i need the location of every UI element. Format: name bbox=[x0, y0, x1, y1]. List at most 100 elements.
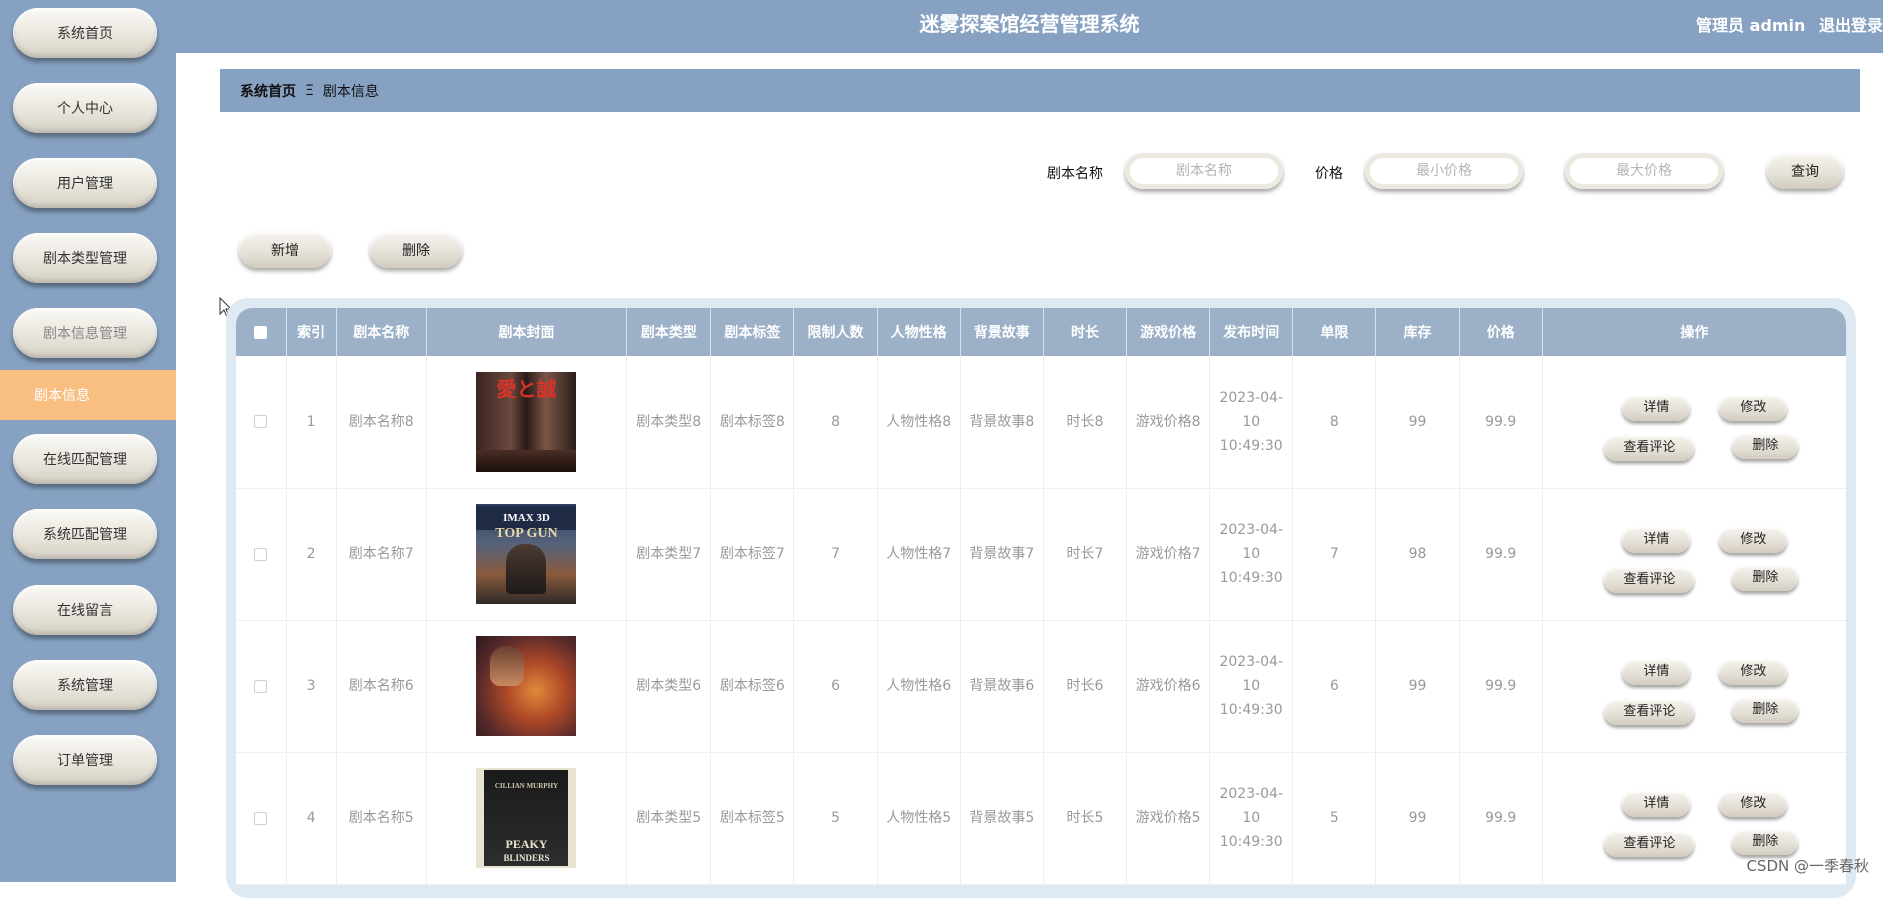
select-all-checkbox[interactable] bbox=[254, 325, 268, 339]
cell-story: 背景故事7 bbox=[960, 488, 1044, 621]
poster-title: TOP GUN bbox=[495, 526, 558, 541]
sidebar-item-user-management[interactable]: 用户管理 bbox=[13, 158, 157, 208]
sidebar-item-home[interactable]: 系统首页 bbox=[13, 8, 157, 58]
edit-button[interactable]: 修改 bbox=[1719, 659, 1788, 685]
cell-tag: 剧本标签5 bbox=[710, 752, 795, 885]
admin-label: 管理员 admin bbox=[1696, 16, 1806, 35]
row-checkbox[interactable] bbox=[254, 679, 268, 693]
col-header-index: 索引 bbox=[286, 308, 337, 356]
row-checkbox[interactable] bbox=[254, 415, 268, 429]
detail-button[interactable]: 详情 bbox=[1622, 527, 1691, 553]
sidebar-item-script-info-management[interactable]: 剧本信息管理 bbox=[13, 308, 157, 358]
edit-button[interactable]: 修改 bbox=[1719, 527, 1788, 553]
col-header-type: 剧本类型 bbox=[626, 308, 712, 356]
col-header-price: 价格 bbox=[1459, 308, 1543, 356]
view-comments-button[interactable]: 查看评论 bbox=[1604, 434, 1695, 461]
add-button[interactable]: 新增 bbox=[239, 232, 331, 268]
cell-story: 背景故事5 bbox=[960, 752, 1044, 885]
row-select-cell[interactable] bbox=[236, 752, 287, 885]
cell-single: 7 bbox=[1292, 488, 1377, 621]
cell-publish-time: 2023-04-10 10:49:30 bbox=[1209, 488, 1294, 621]
cell-story: 背景故事8 bbox=[960, 356, 1044, 489]
col-header-game-price: 游戏价格 bbox=[1126, 308, 1211, 356]
view-comments-button[interactable]: 查看评论 bbox=[1604, 831, 1695, 857]
view-comments-button[interactable]: 查看评论 bbox=[1604, 699, 1695, 725]
cell-duration: 时长7 bbox=[1043, 488, 1128, 621]
view-comments-button[interactable]: 查看评论 bbox=[1604, 567, 1695, 593]
col-header-cover: 剧本封面 bbox=[426, 308, 628, 356]
sidebar-item-personal-center[interactable]: 个人中心 bbox=[13, 83, 157, 133]
cell-type: 剧本类型6 bbox=[626, 620, 712, 753]
cell-index: 3 bbox=[286, 620, 337, 753]
sidebar-item-online-match-management[interactable]: 在线匹配管理 bbox=[13, 434, 157, 484]
sidebar-item-online-message[interactable]: 在线留言 bbox=[13, 585, 157, 635]
sidebar-item-system-management[interactable]: 系统管理 bbox=[13, 660, 157, 710]
cell-cover: CILLIAN MURPHY PEAKY BLINDERS bbox=[426, 752, 628, 885]
row-delete-button[interactable]: 删除 bbox=[1732, 829, 1799, 855]
edit-button[interactable]: 修改 bbox=[1719, 791, 1788, 817]
row-select-cell[interactable] bbox=[236, 488, 287, 621]
row-checkbox[interactable] bbox=[254, 547, 268, 561]
detail-button[interactable]: 详情 bbox=[1622, 791, 1691, 817]
price-label: 价格 bbox=[1315, 166, 1343, 182]
breadcrumb-home[interactable]: 系统首页 bbox=[240, 81, 296, 101]
script-cover-image: CILLIAN MURPHY PEAKY BLINDERS bbox=[476, 768, 577, 868]
cell-tag: 剧本标签6 bbox=[710, 620, 795, 753]
cell-price: 99.9 bbox=[1459, 620, 1543, 753]
cell-publish-time: 2023-04-10 10:49:30 bbox=[1209, 620, 1294, 753]
script-table: 索引 剧本名称 剧本封面 剧本类型 剧本标签 限制人数 人物性格 背景故事 时长… bbox=[236, 308, 1846, 885]
cell-name: 剧本名称7 bbox=[336, 488, 427, 621]
cell-type: 剧本类型8 bbox=[626, 356, 712, 489]
cell-game-price: 游戏价格8 bbox=[1126, 356, 1211, 489]
cell-index: 4 bbox=[286, 752, 337, 885]
row-delete-button[interactable]: 删除 bbox=[1732, 432, 1799, 459]
sidebar-subitem-script-info[interactable]: 剧本信息 bbox=[0, 370, 176, 420]
query-button[interactable]: 查询 bbox=[1767, 153, 1843, 189]
cell-price: 99.9 bbox=[1459, 488, 1543, 621]
row-checkbox[interactable] bbox=[254, 811, 268, 825]
col-header-actions: 操作 bbox=[1542, 308, 1846, 356]
row-select-cell[interactable] bbox=[236, 620, 287, 753]
sidebar: 系统首页 个人中心 用户管理 剧本类型管理 剧本信息管理 剧本信息 在线匹配管理… bbox=[0, 0, 176, 882]
table-row: 2 剧本名称7 IMAX 3D TOP GUN 剧本类型7 剧本标签7 7 人物… bbox=[236, 488, 1846, 621]
cell-duration: 时长6 bbox=[1043, 620, 1128, 753]
cell-price: 99.9 bbox=[1459, 356, 1543, 489]
cell-tag: 剧本标签8 bbox=[710, 356, 795, 489]
cell-single: 8 bbox=[1292, 356, 1377, 489]
row-delete-button[interactable]: 删除 bbox=[1732, 697, 1799, 723]
cell-actions: 详情 修改 查看评论 删除 bbox=[1542, 620, 1846, 753]
detail-button[interactable]: 详情 bbox=[1622, 659, 1691, 685]
row-select-cell[interactable] bbox=[236, 356, 287, 489]
cell-single: 5 bbox=[1292, 752, 1377, 885]
row-delete-button[interactable]: 删除 bbox=[1732, 565, 1799, 591]
sidebar-item-system-match-management[interactable]: 系统匹配管理 bbox=[13, 509, 157, 559]
sidebar-item-script-type-management[interactable]: 剧本类型管理 bbox=[13, 233, 157, 283]
min-price-input[interactable] bbox=[1365, 153, 1523, 189]
poster-title: 愛と誠 bbox=[496, 378, 557, 401]
delete-button[interactable]: 删除 bbox=[370, 232, 462, 268]
col-header-duration: 时长 bbox=[1043, 308, 1128, 356]
table-row: 1 剧本名称8 愛と誠 剧本类型8 剧本标签8 8 人物性格8 背景故事8 时长… bbox=[236, 356, 1846, 489]
cell-name: 剧本名称5 bbox=[336, 752, 427, 885]
detail-button[interactable]: 详情 bbox=[1622, 394, 1691, 421]
select-all-cell[interactable] bbox=[236, 308, 287, 356]
table-header-row: 索引 剧本名称 剧本封面 剧本类型 剧本标签 限制人数 人物性格 背景故事 时长… bbox=[236, 308, 1846, 356]
breadcrumb-separator-icon: Ξ bbox=[305, 82, 314, 99]
edit-button[interactable]: 修改 bbox=[1719, 394, 1788, 421]
cell-cover: 愛と誠 bbox=[426, 356, 628, 489]
logout-link[interactable]: 退出登录 bbox=[1819, 16, 1883, 35]
sidebar-item-order-management[interactable]: 订单管理 bbox=[13, 735, 157, 785]
script-cover-image bbox=[476, 636, 577, 736]
cell-character: 人物性格6 bbox=[877, 620, 961, 753]
cell-story: 背景故事6 bbox=[960, 620, 1044, 753]
breadcrumb: 系统首页 Ξ 剧本信息 bbox=[220, 69, 1860, 112]
cell-index: 2 bbox=[286, 488, 337, 621]
poster-actor: CILLIAN MURPHY bbox=[494, 782, 559, 790]
cell-character: 人物性格5 bbox=[877, 752, 961, 885]
breadcrumb-current: 剧本信息 bbox=[322, 83, 379, 100]
script-name-input[interactable] bbox=[1125, 153, 1283, 189]
cell-publish-time: 2023-04-10 10:49:30 bbox=[1209, 752, 1294, 885]
cell-stock: 99 bbox=[1375, 356, 1460, 489]
max-price-input[interactable] bbox=[1565, 153, 1723, 189]
col-header-publish-time: 发布时间 bbox=[1209, 308, 1294, 356]
